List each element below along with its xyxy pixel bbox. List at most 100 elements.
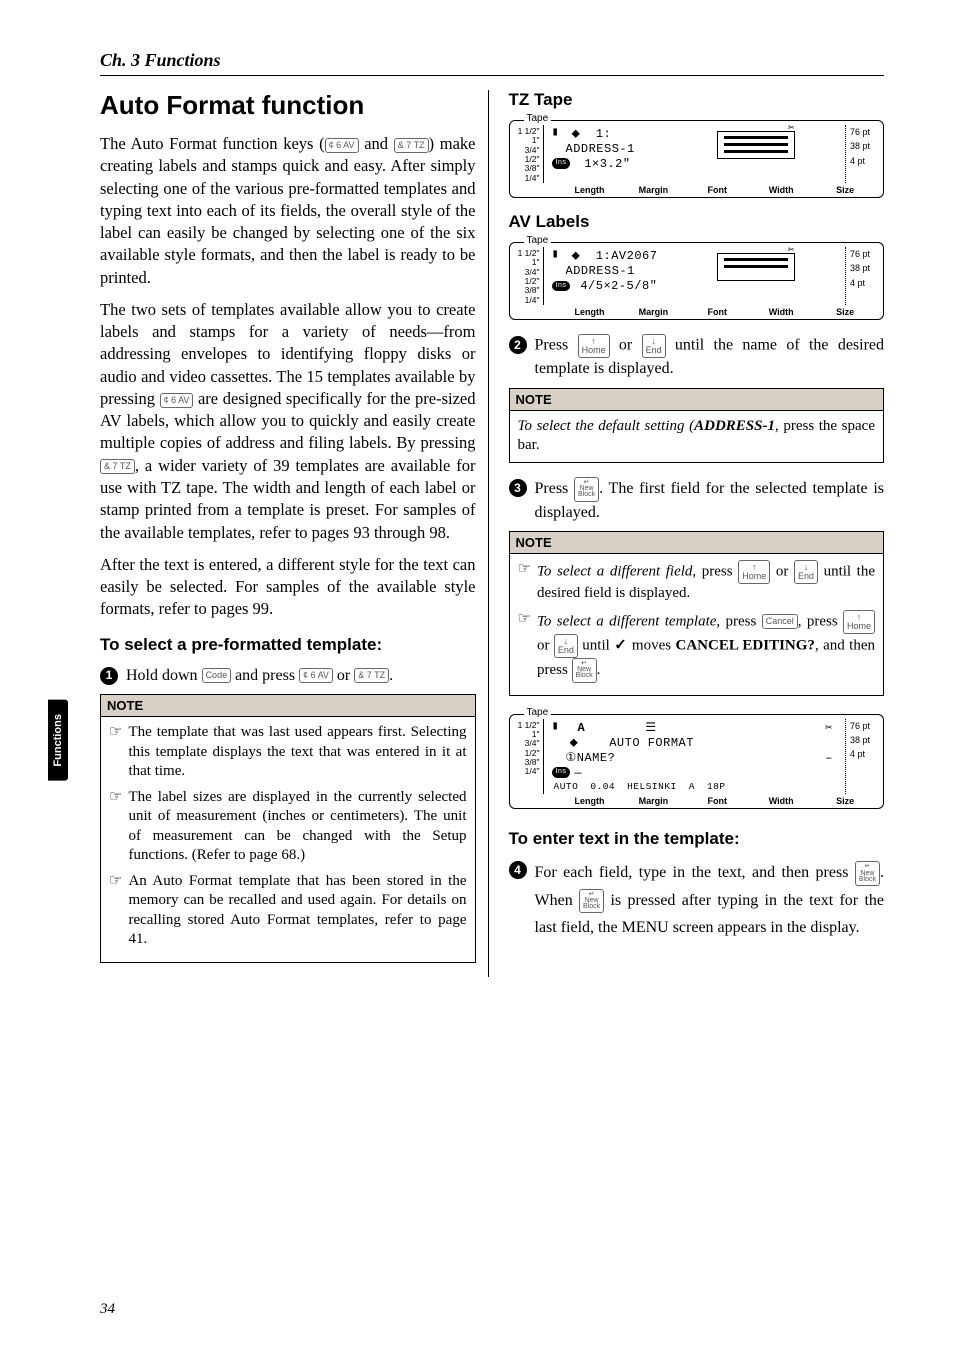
val-size: 18P <box>707 781 726 793</box>
label-size: Size <box>813 796 877 806</box>
lcd-line1: 1:AV2067 <box>596 249 658 263</box>
text: or <box>537 637 554 653</box>
label-length: Length <box>558 185 622 195</box>
key-home: ↑ Home <box>738 560 770 584</box>
step-3-text: Press ↵ New Block. The first field for t… <box>535 477 885 523</box>
step-2: 2 Press ↑ Home or ↓ End until the name o… <box>509 334 885 380</box>
lcd-a: A <box>578 721 586 735</box>
step-number-4: 4 <box>509 861 527 879</box>
val-font: HELSINKI <box>627 781 677 793</box>
lcd-bottom-labels: Length Margin Font Width Size <box>516 307 878 317</box>
text: The template that was last used appears … <box>128 723 466 782</box>
label-font: Font <box>685 796 749 806</box>
val-auto: AUTO <box>554 781 579 793</box>
text: An Auto Format template that has been st… <box>128 872 466 950</box>
note-box-3: NOTE ☞ To select a different field, pres… <box>509 531 885 695</box>
key-enter: ↵ New Block <box>572 658 597 683</box>
key-cancel: Cancel <box>762 614 798 629</box>
note-box-2: NOTE To select the default setting (ADDR… <box>509 388 885 463</box>
intro-paragraph-3: After the text is entered, a different s… <box>100 554 476 621</box>
lcd-preview <box>717 131 795 159</box>
key-6av: ¢ 6 AV <box>160 393 194 408</box>
key-7tz: & 7 TZ <box>394 138 429 153</box>
key-end: ↓ End <box>794 560 818 584</box>
step-number-2: 2 <box>509 336 527 354</box>
note-body: ☞ To select a different field, press ↑ H… <box>510 554 884 694</box>
text-italic: To select a different field <box>537 564 692 580</box>
subheading-enter-text: To enter text in the template: <box>509 829 885 849</box>
lcd-point-sizes: 76 pt 38 pt 4 pt <box>845 719 877 795</box>
text: moves <box>627 637 675 653</box>
label-width: Width <box>749 796 813 806</box>
text: , press <box>716 613 761 629</box>
step-1: 1 Hold down Code and press ¢ 6 AV or & 7… <box>100 665 476 687</box>
label-width: Width <box>749 185 813 195</box>
label-length: Length <box>558 796 622 806</box>
note-item: ☞ To select a different template, press … <box>518 610 876 683</box>
label-size: Size <box>813 185 877 195</box>
intro-paragraph-2: The two sets of templates available allo… <box>100 299 476 544</box>
key-code: Code <box>202 668 232 683</box>
text: , press <box>798 613 843 629</box>
step-3: 3 Press ↵ New Block. The first field for… <box>509 477 885 523</box>
key-end: ↓ End <box>642 334 666 358</box>
text: , press <box>692 564 738 580</box>
label-font: Font <box>685 185 749 195</box>
key-7tz: & 7 TZ <box>354 668 389 683</box>
lcd-auto-format: Tape 1 1/2" 1" 3/4" 1/2" 3/8" 1/4" ▮ A☰✂… <box>509 714 885 810</box>
left-column: Auto Format function The Auto Format fun… <box>100 90 489 977</box>
note-box-1: NOTE ☞The template that was last used ap… <box>100 694 476 963</box>
label-size: Size <box>813 307 877 317</box>
text: ) make creating labels and stamps quick … <box>100 134 476 287</box>
key-enter: ↵ New Block <box>855 861 880 886</box>
ins-badge: Ins <box>552 158 571 169</box>
page-title: Auto Format function <box>100 90 476 121</box>
step-4-text: For each field, type in the text, and th… <box>535 859 885 941</box>
step-4: 4 For each field, type in the text, and … <box>509 859 885 941</box>
page-number: 34 <box>100 1301 115 1318</box>
note-item: ☞An Auto Format template that has been s… <box>109 872 467 950</box>
check-icon: ✓ <box>614 637 627 653</box>
av-labels-heading: AV Labels <box>509 212 885 232</box>
text: , a wider variety of 39 templates are av… <box>100 456 476 542</box>
lcd-line3: 4/5×2-5/8" <box>574 279 657 293</box>
lcd-under: — <box>574 766 582 780</box>
pointer-icon: ☞ <box>109 872 122 950</box>
label-length: Length <box>558 307 622 317</box>
key-6av: ¢ 6 AV <box>299 668 333 683</box>
text: Hold down <box>126 667 202 684</box>
pointer-icon: ☞ <box>109 723 122 782</box>
lcd-tape-label: Tape <box>524 113 552 124</box>
step-number-1: 1 <box>100 667 118 685</box>
lcd-line1: 1: <box>596 127 611 141</box>
pointer-icon: ☞ <box>518 560 531 604</box>
lcd-preview <box>717 253 795 281</box>
step-1-text: Hold down Code and press ¢ 6 AV or & 7 T… <box>126 665 393 687</box>
side-tab-functions: Functions <box>48 700 68 781</box>
lcd-tz-tape: Tape 1 1/2" 1" 3/4" 1/2" 3/8" 1/4" ▮ ⬥ 1… <box>509 120 885 198</box>
note-item: ☞ To select a different field, press ↑ H… <box>518 560 876 604</box>
text: or <box>770 564 794 580</box>
lcd-tape-label: Tape <box>524 707 552 718</box>
ins-badge: Ins <box>552 281 571 292</box>
lcd-tape-sizes: 1 1/2" 1" 3/4" 1/2" 3/8" 1/4" <box>516 719 544 795</box>
intro-paragraph-1: The Auto Format function keys (¢ 6 AV an… <box>100 133 476 289</box>
chapter-heading: Ch. 3 Functions <box>100 50 884 76</box>
val-margin: 0.04 <box>590 781 615 793</box>
text-bold: CANCEL EDITING? <box>675 637 814 653</box>
note-body: ☞The template that was last used appears… <box>101 717 475 962</box>
text: . <box>389 667 393 684</box>
note-item: ☞The template that was last used appears… <box>109 723 467 782</box>
lcd-main: ▮ ⬥ 1: ADDRESS-1 Ins1×3.2" ✂ <box>550 125 840 183</box>
lcd-point-sizes: 76 pt 38 pt 4 pt <box>845 247 877 305</box>
subheading-select-template: To select a pre-formatted template: <box>100 635 476 655</box>
text: Press <box>535 480 575 497</box>
ins-badge: Ins <box>552 767 571 778</box>
label-font: Font <box>685 307 749 317</box>
pointer-icon: ☞ <box>109 788 122 866</box>
lcd-bottom-labels: Length Margin Font Width Size <box>516 185 878 195</box>
lcd-values-row: AUTO 0.04 HELSINKI A 18P <box>552 781 838 793</box>
lcd-main: ▮ ⬥ 1:AV2067 ADDRESS-1 Ins4/5×2-5/8" ✂ <box>550 247 840 305</box>
lcd-point-sizes: 76 pt 38 pt 4 pt <box>845 125 877 183</box>
note-heading: NOTE <box>510 532 884 554</box>
